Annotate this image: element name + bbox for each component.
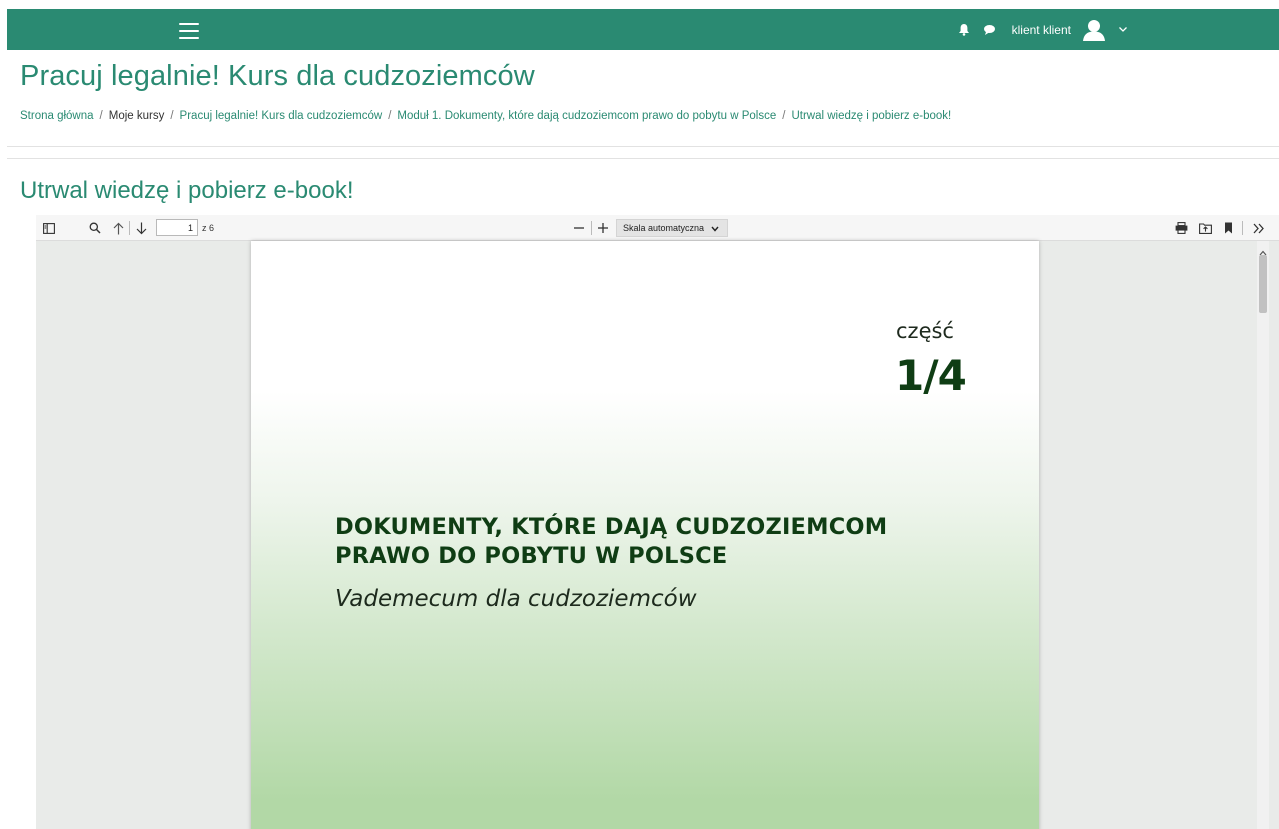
breadcrumb-current[interactable]: Utrwal wiedzę i pobierz e-book! [791,110,951,122]
page-number-input[interactable] [156,219,198,236]
breadcrumb-course[interactable]: Pracuj legalnie! Kurs dla cudzoziemców [180,110,383,122]
hamburger-icon[interactable] [179,23,199,39]
user-avatar-icon[interactable] [1081,17,1107,43]
document-title-line-1: DOKUMENTY, KTÓRE DAJĄ CUDZOZIEMCOM [335,514,888,540]
document-title-line-2: PRAWO DO POBYTU W POLSCE [335,543,728,569]
breadcrumb: Strona główna / Moje kursy / Pracuj lega… [20,110,951,122]
toolbar-separator [129,221,130,235]
pdf-viewer: z 6 Skala automatyczna część [36,215,1279,829]
minus-icon[interactable] [570,219,588,237]
vertical-scrollbar[interactable] [1257,241,1269,829]
divider [7,146,1279,147]
caret-down-icon[interactable] [1117,24,1129,36]
pdf-page: część 1/4 DOKUMENTY, KTÓRE DAJĄ CUDZOZIE… [251,241,1039,829]
bell-icon[interactable] [956,22,972,38]
chat-bubble-icon[interactable] [982,22,998,38]
part-label: część [896,319,954,343]
toolbar-separator [1242,221,1243,235]
print-icon[interactable] [1172,219,1190,237]
pdf-toolbar: z 6 Skala automatyczna [36,215,1279,241]
breadcrumb-module[interactable]: Moduł 1. Dokumenty, które dają cudzoziem… [397,110,776,122]
plus-icon[interactable] [594,219,612,237]
breadcrumb-separator: / [99,110,103,122]
scale-select[interactable]: Skala automatyczna [616,219,728,237]
top-navbar: klient klient [7,9,1279,50]
breadcrumb-home[interactable]: Strona główna [20,110,94,122]
bookmark-icon[interactable] [1220,219,1236,237]
breadcrumb-separator: / [782,110,786,122]
document-subtitle: Vademecum dla cudzoziemców [335,586,697,612]
breadcrumb-separator: / [170,110,174,122]
toolbar-separator [591,221,592,235]
navbar-user-area: klient klient [956,9,1129,50]
breadcrumb-separator: / [388,110,392,122]
search-icon[interactable] [86,219,104,237]
double-chevron-right-icon[interactable] [1250,219,1268,237]
scale-select-value: Skala automatyczna [623,223,705,233]
breadcrumb-my-courses: Moje kursy [108,110,165,122]
scrollbar-thumb[interactable] [1259,255,1267,313]
open-file-icon[interactable] [1196,219,1214,237]
scroll-up-arrow-icon[interactable] [1259,243,1267,256]
user-name[interactable]: klient klient [1012,23,1071,37]
arrow-down-icon[interactable] [133,219,149,237]
part-number: 1/4 [895,351,967,400]
page-count-label: z 6 [202,223,215,233]
sidebar-toggle-icon[interactable] [40,219,58,237]
document-title: DOKUMENTY, KTÓRE DAJĄ CUDZOZIEMCOM PRAWO… [335,513,995,571]
divider [7,158,1279,159]
chevron-down-icon [711,224,719,234]
section-title: Utrwal wiedzę i pobierz e-book! [20,177,354,204]
page-title: Pracuj legalnie! Kurs dla cudzoziemców [20,60,535,92]
arrow-up-icon[interactable] [110,219,126,237]
